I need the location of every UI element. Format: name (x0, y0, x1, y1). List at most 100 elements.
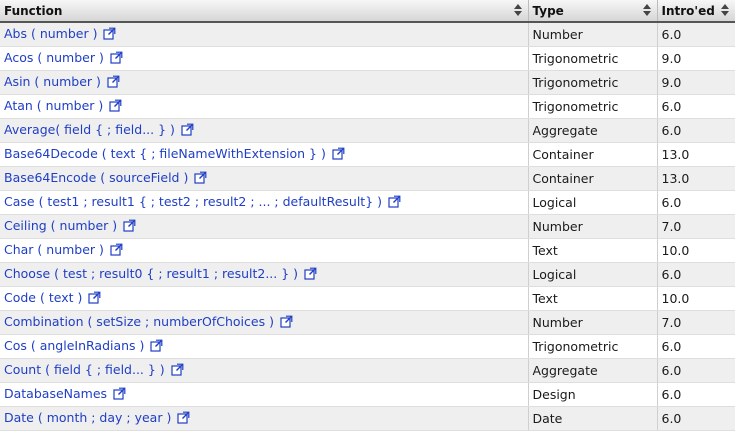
type-cell: Trigonometric (527, 46, 657, 71)
table-row: Date ( month ; day ; year ) Date 6.0 (0, 406, 735, 431)
intro-cell: 13.0 (656, 142, 735, 167)
function-cell: Average( field { ; field... } ) (0, 118, 528, 143)
table-row: Cos ( angleInRadians ) Trigonometric 6.0 (0, 334, 735, 359)
table-row: Atan ( number ) Trigonometric 6.0 (0, 94, 735, 119)
intro-cell: 6.0 (656, 334, 735, 359)
intro-cell: 9.0 (656, 46, 735, 71)
function-link[interactable]: Abs ( number ) (4, 26, 97, 41)
function-cell: Count ( field { ; field... } ) (0, 358, 528, 383)
table-row: Choose ( test ; result0 { ; result1 ; re… (0, 262, 735, 287)
external-link-icon[interactable] (194, 171, 207, 187)
intro-column-header[interactable]: Intro'ed (656, 0, 735, 23)
function-link[interactable]: Atan ( number ) (4, 98, 103, 113)
function-link[interactable]: Choose ( test ; result0 { ; result1 ; re… (4, 266, 298, 281)
function-link[interactable]: DatabaseNames (4, 386, 107, 401)
function-cell: Acos ( number ) (0, 46, 528, 71)
type-cell: Logical (527, 190, 657, 215)
external-link-icon[interactable] (109, 99, 122, 115)
function-link[interactable]: Char ( number ) (4, 242, 104, 257)
external-link-icon[interactable] (332, 147, 345, 163)
table-row: Acos ( number ) Trigonometric 9.0 (0, 46, 735, 71)
table-row: Char ( number ) Text 10.0 (0, 238, 735, 263)
type-cell: Trigonometric (527, 70, 657, 95)
external-link-icon[interactable] (110, 51, 123, 67)
external-link-icon[interactable] (110, 243, 123, 259)
type-header-label: Type (532, 3, 564, 18)
function-cell: Case ( test1 ; result1 { ; test2 ; resul… (0, 190, 528, 215)
header-row: Function Type Intro'ed (0, 0, 735, 23)
type-cell: Container (527, 142, 657, 167)
table-row: Average( field { ; field... } ) Aggregate… (0, 118, 735, 143)
function-cell: Choose ( test ; result0 { ; result1 ; re… (0, 262, 528, 287)
intro-cell: 6.0 (656, 118, 735, 143)
function-link[interactable]: Base64Decode ( text { ; fileNameWithExte… (4, 146, 326, 161)
intro-cell: 6.0 (656, 94, 735, 119)
external-link-icon[interactable] (103, 27, 116, 43)
type-cell: Number (527, 22, 657, 47)
function-link[interactable]: Asin ( number ) (4, 74, 101, 89)
sort-arrows-icon[interactable] (642, 4, 651, 16)
sort-arrows-icon[interactable] (721, 4, 729, 16)
external-link-icon[interactable] (171, 363, 184, 379)
table-row: Combination ( setSize ; numberOfChoices … (0, 310, 735, 335)
function-cell: Cos ( angleInRadians ) (0, 334, 528, 359)
function-link[interactable]: Cos ( angleInRadians ) (4, 338, 144, 353)
function-link[interactable]: Code ( text ) (4, 290, 82, 305)
function-link[interactable]: Acos ( number ) (4, 50, 104, 65)
function-cell: Date ( month ; day ; year ) (0, 406, 528, 431)
function-link[interactable]: Case ( test1 ; result1 { ; test2 ; resul… (4, 194, 382, 209)
table-row: Base64Encode ( sourceField ) Container 13.… (0, 166, 735, 191)
table-row: Code ( text ) Text 10.0 (0, 286, 735, 311)
external-link-icon[interactable] (113, 387, 126, 403)
function-cell: Asin ( number ) (0, 70, 528, 95)
functions-table: Function Type Intro'ed Abs ( number ) Num… (0, 0, 735, 431)
function-cell: DatabaseNames (0, 382, 528, 407)
external-link-icon[interactable] (107, 75, 120, 91)
table-row: Case ( test1 ; result1 { ; test2 ; resul… (0, 190, 735, 215)
function-cell: Base64Decode ( text { ; fileNameWithExte… (0, 142, 528, 167)
function-link[interactable]: Average( field { ; field... } ) (4, 122, 175, 137)
intro-cell: 13.0 (656, 166, 735, 191)
intro-cell: 10.0 (656, 238, 735, 263)
intro-cell: 6.0 (656, 382, 735, 407)
type-cell: Text (527, 238, 657, 263)
external-link-icon[interactable] (88, 291, 101, 307)
function-cell: Base64Encode ( sourceField ) (0, 166, 528, 191)
external-link-icon[interactable] (280, 315, 293, 331)
function-column-header[interactable]: Function (0, 0, 528, 23)
function-cell: Abs ( number ) (0, 22, 528, 47)
function-link[interactable]: Date ( month ; day ; year ) (4, 410, 171, 425)
external-link-icon[interactable] (177, 411, 190, 427)
table-row: Count ( field { ; field... } ) Aggregate 6… (0, 358, 735, 383)
intro-cell: 6.0 (656, 406, 735, 431)
table-row: Abs ( number ) Number 6.0 (0, 22, 735, 47)
type-cell: Date (527, 406, 657, 431)
type-cell: Trigonometric (527, 334, 657, 359)
intro-cell: 6.0 (656, 190, 735, 215)
function-link[interactable]: Combination ( setSize ; numberOfChoices … (4, 314, 274, 329)
intro-cell: 6.0 (656, 358, 735, 383)
external-link-icon[interactable] (181, 123, 194, 139)
type-column-header[interactable]: Type (527, 0, 657, 23)
external-link-icon[interactable] (304, 267, 317, 283)
type-cell: Logical (527, 262, 657, 287)
table-row: Ceiling ( number ) Number 7.0 (0, 214, 735, 239)
function-cell: Combination ( setSize ; numberOfChoices … (0, 310, 528, 335)
intro-header-label: Intro'ed (661, 3, 715, 18)
intro-cell: 7.0 (656, 214, 735, 239)
intro-cell: 9.0 (656, 70, 735, 95)
function-link[interactable]: Count ( field { ; field... } ) (4, 362, 165, 377)
external-link-icon[interactable] (123, 219, 136, 235)
external-link-icon[interactable] (388, 195, 401, 211)
type-cell: Container (527, 166, 657, 191)
function-header-label: Function (4, 3, 63, 18)
type-cell: Trigonometric (527, 94, 657, 119)
type-cell: Text (527, 286, 657, 311)
function-cell: Char ( number ) (0, 238, 528, 263)
sort-arrows-icon[interactable] (513, 4, 522, 16)
function-link[interactable]: Base64Encode ( sourceField ) (4, 170, 188, 185)
function-link[interactable]: Ceiling ( number ) (4, 218, 117, 233)
external-link-icon[interactable] (150, 339, 163, 355)
intro-cell: 6.0 (656, 22, 735, 47)
type-cell: Aggregate (527, 118, 657, 143)
